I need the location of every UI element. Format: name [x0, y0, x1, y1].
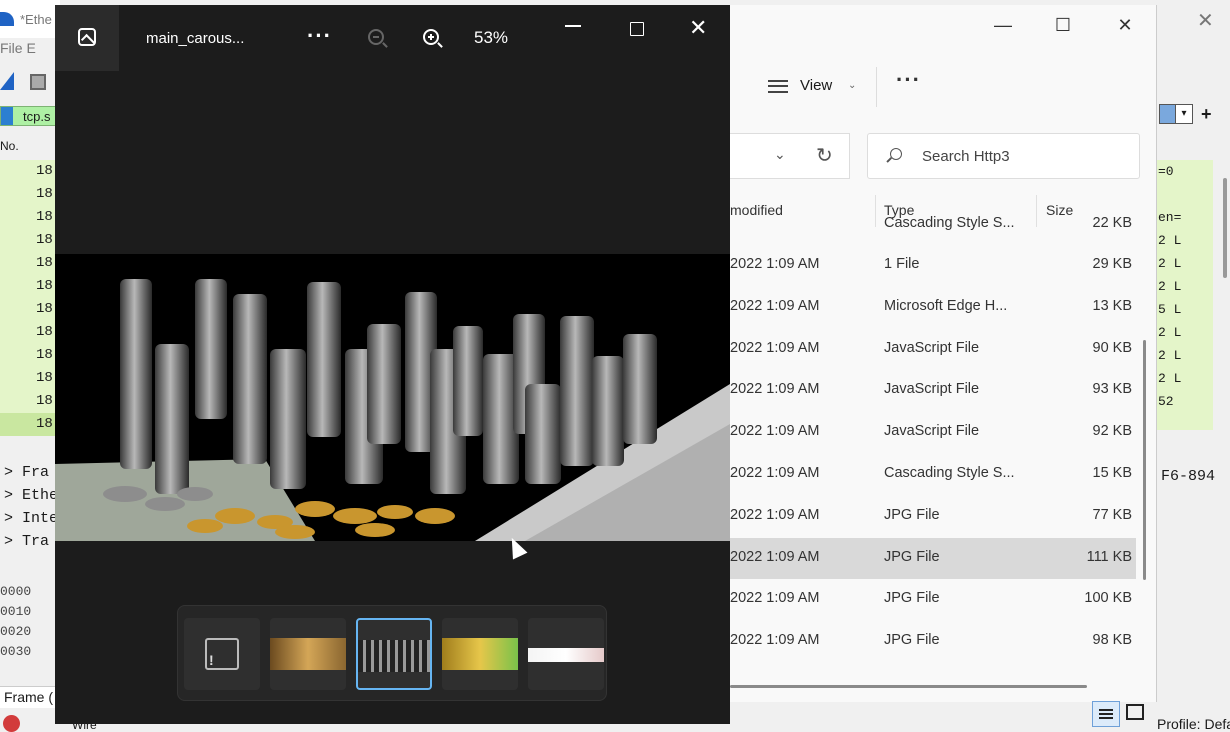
add-filter-button[interactable]: + [1201, 104, 1212, 125]
packet-row[interactable]: 18 [0, 275, 60, 298]
thumbnail-coin-stacks-selected[interactable] [356, 618, 432, 690]
maximize-icon[interactable] [630, 22, 644, 36]
filmstrip [177, 605, 607, 701]
file-row[interactable]: Cascading Style S... 22 KB [730, 215, 1136, 245]
minimize-icon[interactable]: — [980, 11, 1026, 39]
horizontal-scrollbar[interactable] [730, 685, 1087, 688]
details-view-icon[interactable] [1092, 701, 1120, 727]
packet-row[interactable]: 18 [0, 183, 60, 206]
view-list-icon [768, 80, 788, 93]
packet-row[interactable]: 18 [0, 390, 60, 413]
zoom-out-icon[interactable] [368, 29, 384, 45]
file-row[interactable]: 2022 1:09 AM JPG File 77 KB [730, 496, 1136, 538]
search-input[interactable]: Search Http3 [867, 133, 1140, 179]
wireshark-titlebar: *Ethe [0, 0, 60, 38]
file-row[interactable]: 2022 1:09 AM JPG File 98 KB [730, 621, 1136, 663]
packet-info-column: =0 en= 2 L 2 L 2 L 5 L 2 L 2 L 2 L 52 [1157, 160, 1213, 430]
photos-titlebar: main_carous... ··· 53% ✕ [55, 5, 730, 71]
packet-list-scrollbar[interactable] [1223, 178, 1227, 278]
detail-internet[interactable]: > Inte [0, 510, 60, 533]
explorer-command-bar: View ⌄ ··· [730, 55, 1156, 115]
zoom-level[interactable]: 53% [474, 28, 508, 48]
detail-transport[interactable]: > Tra [0, 533, 60, 556]
large-icons-view-icon[interactable] [1126, 704, 1144, 720]
wireshark-title: *Ethe [20, 12, 52, 27]
packet-row[interactable]: 18 [0, 160, 60, 183]
packet-row[interactable]: 18 [0, 229, 60, 252]
address-bar[interactable]: ⌄ ↻ [730, 133, 850, 179]
packet-row[interactable]: 18 [0, 298, 60, 321]
wireshark-logo-icon [0, 12, 14, 26]
close-icon[interactable]: ✕ [1102, 11, 1148, 39]
packet-list: 18 18 18 18 18 18 18 18 18 18 18 18 [0, 160, 60, 436]
wireshark-toolbar [0, 72, 60, 92]
packet-bytes: 0000 0010 0020 0030 [0, 584, 31, 664]
wireshark-close-icon[interactable]: ✕ [1197, 8, 1214, 33]
wireshark-right-edge: ✕ ▾ + =0 en= 2 L 2 L 2 L 5 L 2 L 2 L 2 L… [1157, 0, 1230, 732]
hex-offset: 0000 [0, 584, 32, 599]
minimize-icon[interactable] [565, 25, 581, 27]
file-row-selected[interactable]: 2022 1:09 AM JPG File 111 KB [730, 537, 1136, 580]
broken-image-icon [205, 638, 239, 670]
hex-offset: 0030 [0, 644, 32, 659]
file-row[interactable]: 2022 1:09 AM JPG File 100 KB [730, 579, 1136, 621]
record-icon[interactable] [3, 715, 20, 732]
filter-dropdown-icon[interactable]: ▾ [1175, 104, 1193, 124]
photos-window: main_carous... ··· 53% ✕ [55, 5, 730, 724]
zoom-in-icon[interactable] [423, 29, 439, 45]
refresh-icon[interactable]: ↻ [816, 143, 833, 168]
profile-label[interactable]: Profile: Default [1157, 716, 1230, 732]
file-explorer-window: — ☐ ✕ View ⌄ ··· ⌄ ↻ Search Http3 modifi… [730, 5, 1157, 702]
packet-row[interactable]: 18 [0, 367, 60, 390]
detail-ethernet[interactable]: > Ethe [0, 487, 60, 510]
photos-app-icon [78, 28, 96, 46]
chevron-down-icon: ⌄ [848, 80, 857, 91]
file-row[interactable]: 2022 1:09 AM Cascading Style S... 15 KB [730, 454, 1136, 496]
file-list: Cascading Style S... 22 KB 2022 1:09 AM … [730, 215, 1136, 663]
search-placeholder: Search Http3 [922, 148, 1010, 165]
column-no[interactable]: No. [0, 139, 19, 153]
file-row[interactable]: 2022 1:09 AM JavaScript File 92 KB [730, 412, 1136, 454]
file-name: main_carous... [146, 30, 245, 47]
hex-offset: 0020 [0, 624, 32, 639]
file-row[interactable]: 2022 1:09 AM JavaScript File 93 KB [730, 370, 1136, 412]
wireshark-menu[interactable]: File E [0, 40, 36, 56]
start-capture-icon[interactable] [0, 72, 14, 90]
view-button[interactable]: View ⌄ [766, 71, 862, 101]
photo-coins-and-newspaper[interactable] [55, 254, 730, 541]
status-tab[interactable]: Frame ( [0, 686, 60, 708]
stop-capture-icon[interactable] [30, 74, 46, 90]
divider [876, 67, 877, 107]
more-options-icon[interactable]: ··· [307, 23, 332, 49]
packet-row[interactable]: 18 [0, 252, 60, 275]
display-filter-input[interactable]: tcp.s [0, 106, 60, 126]
photos-app-button[interactable] [55, 5, 119, 71]
detail-text: F6-894 [1161, 468, 1216, 485]
search-icon [890, 148, 902, 160]
packet-row[interactable]: 18 [0, 344, 60, 367]
filter-text: tcp.s [23, 109, 51, 124]
vertical-scrollbar[interactable] [1143, 340, 1146, 580]
maximize-icon[interactable]: ☐ [1040, 11, 1086, 39]
packet-row-selected[interactable]: 18 [0, 413, 60, 436]
thumbnail-gold-coins[interactable] [270, 618, 346, 690]
packet-row[interactable]: 18 [0, 206, 60, 229]
file-row[interactable]: 2022 1:09 AM Microsoft Edge H... 13 KB [730, 287, 1136, 329]
detail-frame[interactable]: > Fra [0, 464, 60, 487]
wireshark-statusbar: Wire [0, 712, 97, 732]
bookmark-icon[interactable] [1, 107, 13, 125]
thumbnail-white-banner[interactable] [528, 618, 604, 690]
packet-details: > Fra > Ethe > Inte > Tra [0, 464, 60, 556]
address-history-chevron-icon[interactable]: ⌄ [774, 146, 786, 163]
packet-row[interactable]: 18 [0, 321, 60, 344]
view-label: View [800, 77, 833, 94]
more-options-icon[interactable]: ··· [896, 67, 921, 93]
file-row[interactable]: 2022 1:09 AM 1 File 29 KB [730, 245, 1136, 287]
hex-offset: 0010 [0, 604, 32, 619]
explorer-titlebar: — ☐ ✕ [730, 5, 1156, 50]
close-icon[interactable]: ✕ [689, 15, 707, 41]
thumbnail-broken[interactable] [184, 618, 260, 690]
thumbnail-gold-bars[interactable] [442, 618, 518, 690]
file-row[interactable]: 2022 1:09 AM JavaScript File 90 KB [730, 329, 1136, 371]
